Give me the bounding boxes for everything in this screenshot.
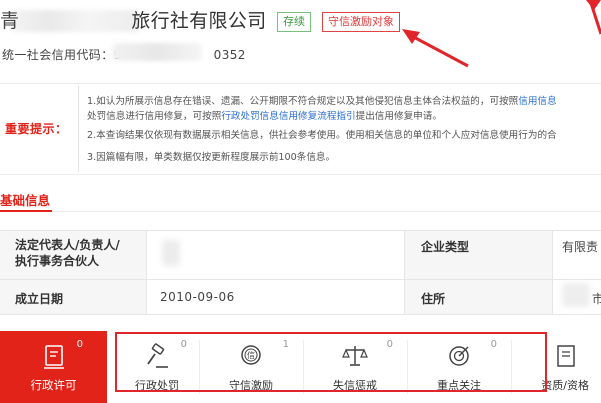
nav-label: 行政许可 <box>30 378 77 392</box>
divider <box>0 279 601 280</box>
annotation-arrow-line-1 <box>407 32 469 68</box>
certificate-icon <box>557 345 575 367</box>
divider <box>0 230 601 231</box>
notice-line-1b-text: 处罚信息进行信用修复，可按照 <box>87 111 222 122</box>
nav-item-admin-license[interactable]: 0 行政许可 <box>0 331 107 403</box>
legal-rep-label: 法定代表人/负责人/ 执行事务合伙人 <box>15 237 120 269</box>
notice-line-2: 2.本查询结果仅依现有数据展示相关信息，供社会参考使用。使用相关信息的单位和个人… <box>87 130 557 141</box>
legal-rep-value-redacted <box>162 240 180 266</box>
notice-line-1b-post: 提出信用修复申请。 <box>355 111 442 122</box>
nav-count: 0 <box>76 339 83 350</box>
divider <box>78 86 79 172</box>
notice-line-3: 3.因篇幅有限，单类数据仅按更新程度展示前100条信息。 <box>87 152 336 163</box>
founded-date-value: 2010-09-06 <box>160 290 235 304</box>
notice-line-1b: 处罚信息进行信用修复，可按照行政处罚信息信用修复流程指引提出信用修复申请。 <box>87 109 601 124</box>
annotation-arrow-head-1 <box>402 29 420 44</box>
divider <box>0 211 601 212</box>
divider <box>404 230 405 314</box>
tab-active-indicator <box>0 210 52 212</box>
divider <box>0 314 601 315</box>
annotation-arrow-head-2 <box>586 0 601 10</box>
nav-label: 资质/资格 <box>541 379 589 392</box>
notice-line-1: 1.如认为所展示信息存在错误、遗漏、公开期限不符合规定以及其他侵犯信息主体合法权… <box>87 94 601 109</box>
company-type-label: 企业类型 <box>421 240 470 254</box>
annotation-highlight-box <box>115 332 547 392</box>
divider <box>552 230 553 314</box>
legal-rep-label-line-1: 法定代表人/负责人/ <box>15 238 120 252</box>
divider <box>146 230 147 314</box>
divider <box>0 174 601 175</box>
tab-basic-info[interactable]: 基础信息 <box>0 190 50 209</box>
divider <box>0 83 601 84</box>
notice-line-1-text: 1.如认为所展示信息存在错误、遗漏、公开期限不符合规定以及其他侵犯信息主体合法权… <box>87 96 519 107</box>
repair-guide-link[interactable]: 行政处罚信息信用修复流程指引 <box>221 111 355 122</box>
address-value: 市 <box>592 292 601 306</box>
address-value-redacted <box>562 283 590 307</box>
company-type-value: 有限责 <box>562 240 599 254</box>
credit-info-link[interactable]: 信用信息 <box>518 96 556 107</box>
address-label: 住所 <box>421 292 446 306</box>
founded-date-label: 成立日期 <box>15 292 64 306</box>
license-icon <box>43 345 64 369</box>
legal-rep-label-line-2: 执行事务合伙人 <box>15 254 100 268</box>
notice-label: 重要提示： <box>5 122 68 136</box>
